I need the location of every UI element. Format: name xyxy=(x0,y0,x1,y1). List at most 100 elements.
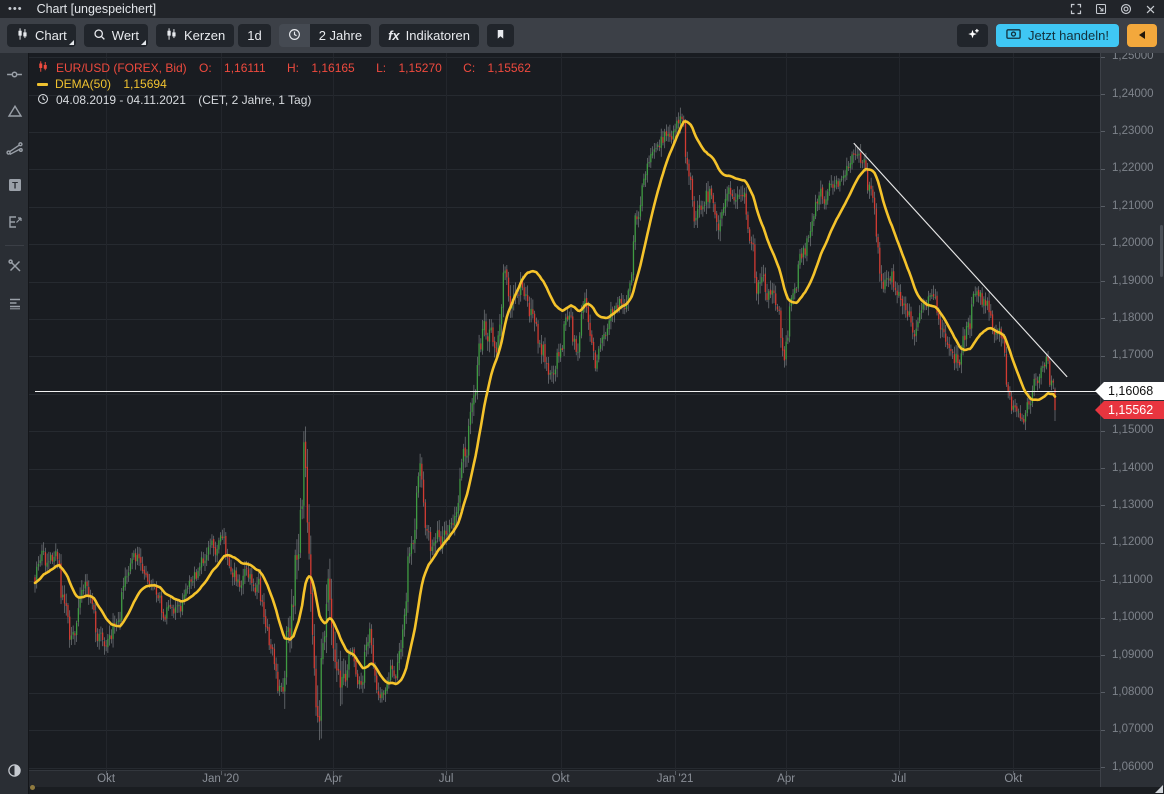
fullscreen-icon[interactable] xyxy=(1070,3,1082,15)
y-axis-label: 1,22000 xyxy=(1112,162,1154,174)
trade-button[interactable]: Jetzt handeln! xyxy=(996,24,1119,47)
tool-pattern-lines-button[interactable] xyxy=(0,131,29,168)
svg-text:T: T xyxy=(12,181,18,192)
y-axis-label: 1,20000 xyxy=(1112,237,1154,249)
chart-legend: EUR/USD (FOREX, Bid) O: 1,16111 H: 1,161… xyxy=(37,60,549,108)
y-axis-tick xyxy=(1101,131,1105,132)
bookmark-icon xyxy=(495,28,506,44)
price-axis[interactable]: 1,250001,240001,230001,220001,210001,200… xyxy=(1100,53,1164,794)
hline-price-tag: 1,16068 xyxy=(1095,382,1164,400)
interval-button[interactable]: 1d xyxy=(238,24,270,47)
combined-tools-icon xyxy=(7,258,23,277)
legend-daterange-row[interactable]: 04.08.2019 - 04.11.2021 (CET, 2 Jahre, 1… xyxy=(37,92,549,108)
legend-symbol-row[interactable]: EUR/USD (FOREX, Bid) O: 1,16111 H: 1,161… xyxy=(37,60,549,76)
legend-open-value: 1,16111 xyxy=(224,61,266,75)
legend-symbol-name: EUR/USD (FOREX, Bid) xyxy=(56,61,187,75)
magic-button[interactable] xyxy=(957,24,988,47)
clock-icon xyxy=(288,28,301,44)
search-icon xyxy=(93,28,106,44)
y-axis-tick xyxy=(1101,206,1105,207)
legend-indicator-name: DEMA(50) xyxy=(55,77,111,91)
y-axis-label: 1,12000 xyxy=(1112,536,1154,548)
price-chart-canvas[interactable] xyxy=(29,53,1100,770)
tool-order-list-button[interactable] xyxy=(0,286,29,323)
x-axis-label: Okt xyxy=(1004,773,1022,785)
sidebar-separator xyxy=(5,245,24,246)
y-axis-tick xyxy=(1101,618,1105,619)
y-axis-label: 1,25000 xyxy=(1112,53,1154,62)
y-axis-label: 1,14000 xyxy=(1112,462,1154,474)
window-menu-icon[interactable]: ••• xyxy=(8,0,23,18)
y-axis-label: 1,17000 xyxy=(1112,349,1154,361)
x-axis-label: Jul xyxy=(892,773,907,785)
window-titlebar: ••• Chart [ungespeichert] xyxy=(0,0,1164,18)
y-axis-label: 1,07000 xyxy=(1112,723,1154,735)
symbol-search-label: Wert xyxy=(112,28,139,43)
y-axis-tick xyxy=(1101,94,1105,95)
y-axis-tick xyxy=(1101,244,1105,245)
x-axis-label: Jan '21 xyxy=(657,773,694,785)
y-axis-tick xyxy=(1101,730,1105,731)
chart-type-label: Chart xyxy=(35,28,67,43)
chart-type-button[interactable]: Chart xyxy=(7,24,76,47)
legend-close-value: 1,15562 xyxy=(488,61,531,75)
tool-annotation-button[interactable] xyxy=(0,205,29,242)
y-axis-tick xyxy=(1101,543,1105,544)
bookmark-button[interactable] xyxy=(487,24,514,47)
period-group: 2 Jahre xyxy=(279,24,371,47)
bottom-strip xyxy=(0,787,1164,794)
pop-in-icon[interactable] xyxy=(1095,3,1107,15)
y-axis-tick xyxy=(1101,468,1105,469)
legend-indicator-values: DEMA(50) 1,15694 xyxy=(55,77,176,91)
candle-style-label: Kerzen xyxy=(184,28,225,43)
symbol-search-button[interactable]: Wert xyxy=(84,24,148,47)
legend-low-value: 1,15270 xyxy=(398,61,441,75)
y-axis-tick xyxy=(1101,692,1105,693)
legend-date-meta: (CET, 2 Jahre, 1 Tag) xyxy=(198,93,311,107)
tool-triangle-button[interactable] xyxy=(0,94,29,131)
legend-high-value: 1,16165 xyxy=(311,61,354,75)
legend-symbol-values: EUR/USD (FOREX, Bid) O: 1,16111 H: 1,161… xyxy=(56,61,549,75)
tool-text-button[interactable]: T xyxy=(0,168,29,205)
collapse-panel-button[interactable] xyxy=(1127,24,1157,47)
chart-toolbar: Chart Wert Kerzen 1d 2 Jahre fx Indikato… xyxy=(0,18,1164,53)
candle-style-button[interactable]: Kerzen xyxy=(156,24,234,47)
legend-indicator-row[interactable]: DEMA(50) 1,15694 xyxy=(37,76,549,92)
last-price-tag: 1,15562 xyxy=(1095,401,1164,419)
legend-daterange-values: 04.08.2019 - 04.11.2021 (CET, 2 Jahre, 1… xyxy=(56,93,320,107)
indicators-label: Indikatoren xyxy=(406,28,470,43)
window-title: Chart [ungespeichert] xyxy=(37,2,157,16)
period-button[interactable]: 2 Jahre xyxy=(310,24,371,47)
y-axis-label: 1,24000 xyxy=(1112,88,1154,100)
clock-button[interactable] xyxy=(279,24,310,47)
close-icon[interactable] xyxy=(1145,4,1156,15)
tool-combined-tools-button[interactable] xyxy=(0,249,29,286)
y-axis-tick xyxy=(1101,431,1105,432)
x-axis-label: Apr xyxy=(777,773,795,785)
y-axis-label: 1,15000 xyxy=(1112,424,1154,436)
contrast-icon xyxy=(7,763,22,781)
y-axis-tick xyxy=(1101,655,1105,656)
y-axis-label: 1,19000 xyxy=(1112,275,1154,287)
triangle-icon xyxy=(7,103,23,122)
theme-contrast-button[interactable] xyxy=(0,758,29,786)
resize-corner-handle[interactable] xyxy=(1155,785,1163,793)
interval-label: 1d xyxy=(247,28,261,43)
y-axis-tick xyxy=(1101,318,1105,319)
tool-horizontal-line-button[interactable] xyxy=(0,57,29,94)
legend-candlestick-icon xyxy=(37,60,49,76)
x-axis-label: Jan '20 xyxy=(202,773,239,785)
record-icon[interactable] xyxy=(1120,3,1132,15)
dema-line-icon xyxy=(37,83,48,86)
y-axis-label: 1,21000 xyxy=(1112,200,1154,212)
y-axis-tick xyxy=(1101,505,1105,506)
banknote-icon xyxy=(1006,28,1021,43)
axis-scrollbar-thumb[interactable] xyxy=(1160,225,1163,277)
annotation-edit-icon xyxy=(7,214,23,233)
indicators-button[interactable]: fx Indikatoren xyxy=(379,24,479,47)
time-axis[interactable]: OktJan '20AprJulOktJan '21AprJulOkt xyxy=(29,770,1100,787)
y-axis-label: 1,08000 xyxy=(1112,686,1154,698)
workspace-dot-olive[interactable] xyxy=(30,785,35,790)
fx-icon: fx xyxy=(388,28,400,43)
y-axis-tick xyxy=(1101,281,1105,282)
